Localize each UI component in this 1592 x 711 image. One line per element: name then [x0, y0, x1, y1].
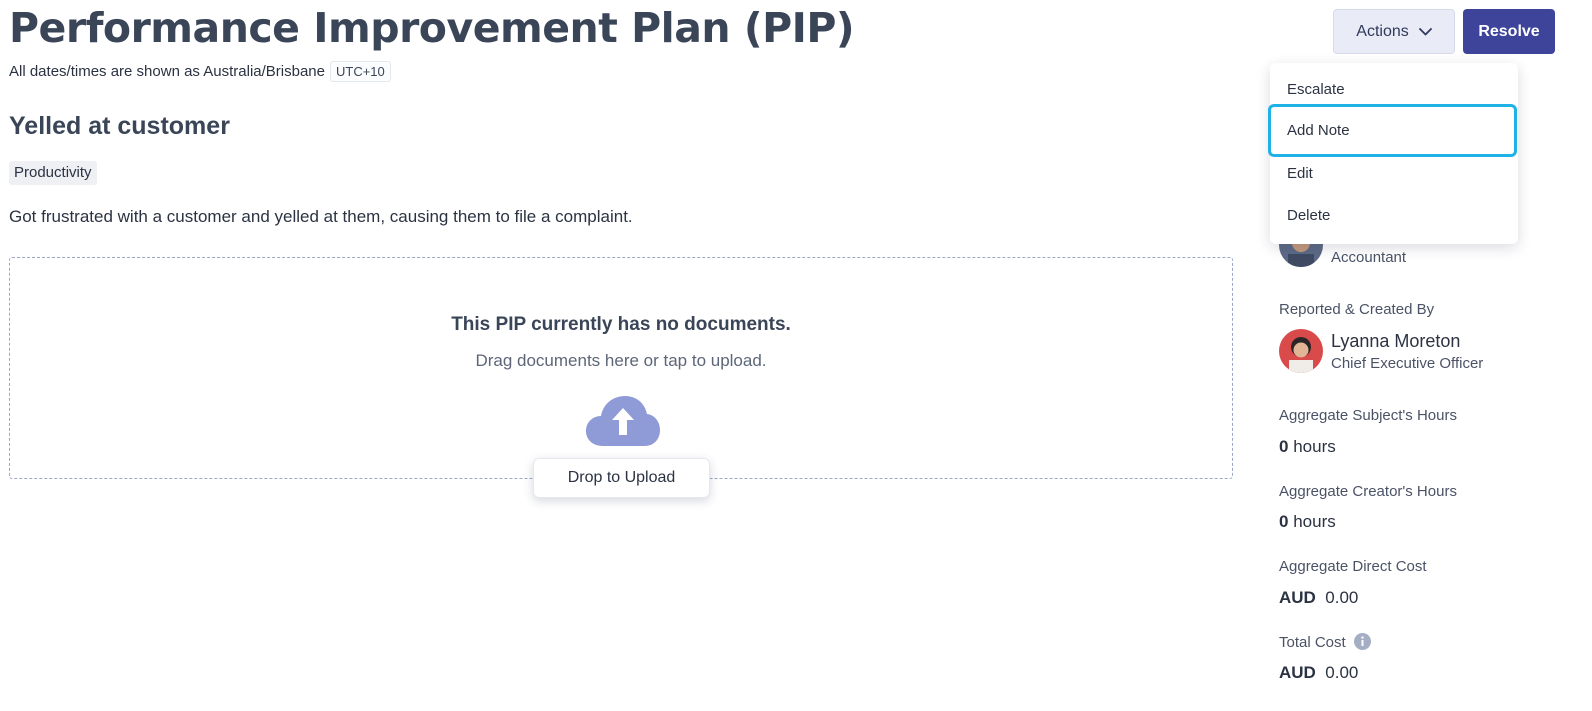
dropzone-hint: Drag documents here or tap to upload. [475, 351, 767, 370]
subject-hours-value: 0 hours [1279, 437, 1336, 456]
menu-item-edit[interactable]: Edit [1287, 165, 1313, 182]
total-cost-value: AUD 0.00 [1279, 663, 1359, 682]
actions-dropdown-menu: Escalate Add Note Edit Delete [1270, 63, 1518, 244]
reporter-avatar-icon [1279, 329, 1323, 373]
creator-hours-label: Aggregate Creator's Hours [1279, 483, 1457, 500]
resolve-button[interactable]: Resolve [1463, 9, 1555, 54]
creator-hours-value: 0 hours [1279, 512, 1336, 531]
timezone-notice: All dates/times are shown as Australia/B… [9, 61, 391, 82]
direct-cost-value: AUD 0.00 [1279, 588, 1359, 607]
direct-cost-label: Aggregate Direct Cost [1279, 558, 1427, 575]
issue-title: Yelled at customer [9, 112, 230, 140]
menu-item-delete[interactable]: Delete [1287, 207, 1330, 224]
reporter-role: Chief Executive Officer [1331, 355, 1484, 372]
avatar[interactable] [1279, 329, 1323, 373]
issue-description: Got frustrated with a customer and yelle… [9, 207, 633, 226]
info-icon[interactable] [1353, 633, 1371, 650]
timezone-badge: UTC+10 [330, 61, 391, 82]
menu-item-escalate[interactable]: Escalate [1287, 81, 1345, 98]
total-cost-label: Total Cost [1279, 633, 1371, 651]
subject-role: Accountant [1331, 249, 1407, 266]
actions-label: Actions [1356, 22, 1409, 40]
category-tag: Productivity [9, 161, 97, 185]
actions-button[interactable]: Actions [1333, 9, 1455, 54]
timezone-text: All dates/times are shown as Australia/B… [9, 63, 325, 80]
dropzone-heading: This PIP currently has no documents. [451, 314, 791, 335]
drop-to-upload-button[interactable]: Drop to Upload [533, 458, 710, 498]
reporter-name[interactable]: Lyanna Moreton [1331, 331, 1460, 352]
reported-by-label: Reported & Created By [1279, 301, 1435, 318]
subject-hours-label: Aggregate Subject's Hours [1279, 407, 1457, 424]
page-title: Performance Improvement Plan (PIP) [9, 4, 855, 52]
document-dropzone[interactable]: This PIP currently has no documents. Dra… [9, 257, 1233, 479]
menu-item-add-note[interactable]: Add Note [1287, 122, 1350, 139]
cloud-upload-icon [586, 396, 660, 446]
chevron-down-icon [1418, 27, 1432, 35]
